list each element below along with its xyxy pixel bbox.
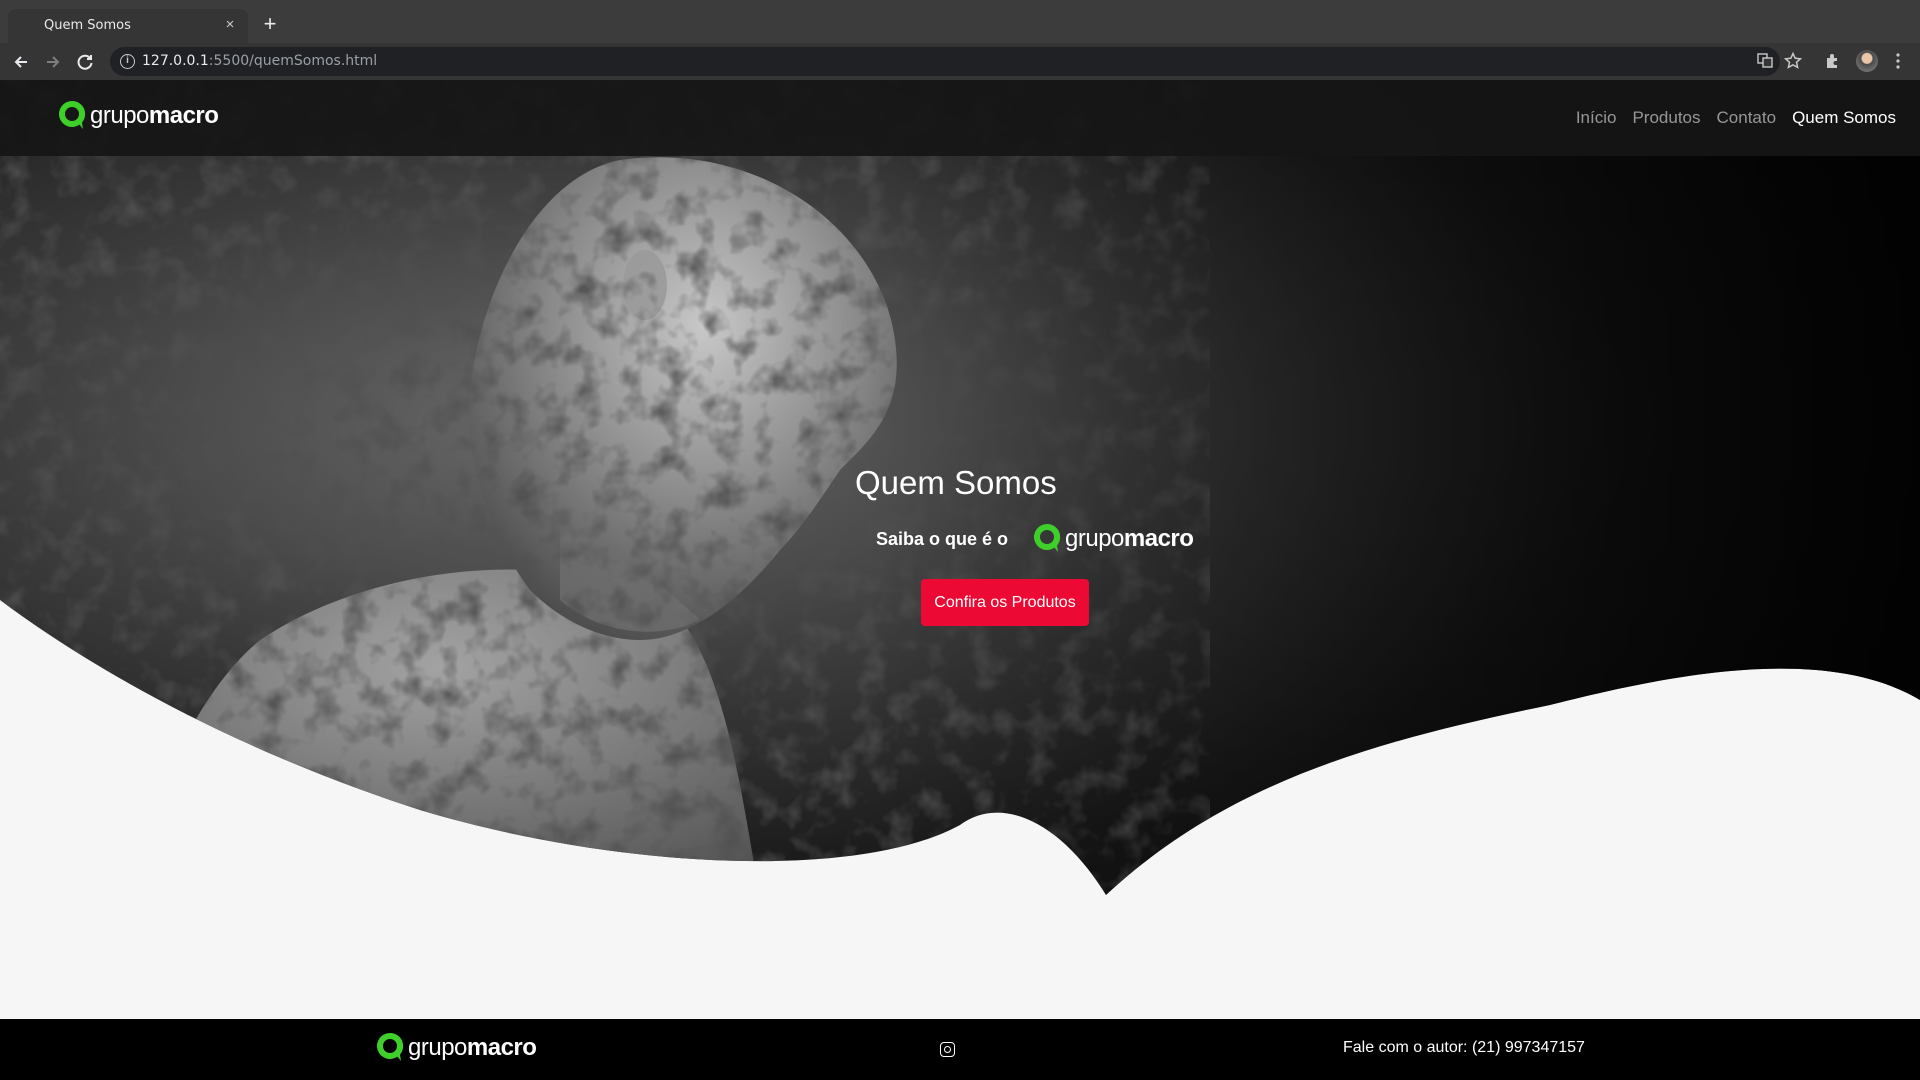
- bookmark-star-icon[interactable]: [1783, 51, 1803, 71]
- url-host: 127.0.0.1: [142, 53, 209, 69]
- brand-logo-bold: macro: [148, 102, 219, 129]
- footer-logo-bold: macro: [466, 1034, 537, 1061]
- translate-icon[interactable]: [1755, 51, 1775, 71]
- browser-tab[interactable]: Quem Somos ×: [8, 9, 248, 43]
- new-tab-button[interactable]: +: [258, 12, 282, 36]
- instagram-icon[interactable]: [940, 1042, 955, 1057]
- nav-link-quem-somos[interactable]: Quem Somos: [1792, 108, 1896, 128]
- tab-strip: Quem Somos × +: [0, 0, 1920, 43]
- hero-title: Quem Somos: [855, 464, 1057, 501]
- footer-brand-logo[interactable]: grupomacro: [374, 1030, 537, 1062]
- hero-logo-light: grupo: [1065, 525, 1124, 552]
- profile-avatar[interactable]: [1856, 50, 1878, 72]
- hero-brand-logo: grupomacro: [1031, 521, 1194, 553]
- url-text: 127.0.0.1:5500/quemSomos.html: [142, 53, 377, 69]
- hero-logo-bold: macro: [1123, 525, 1194, 552]
- url-path: :5500/quemSomos.html: [208, 53, 378, 69]
- speech-bubble-logo-icon: [56, 98, 88, 130]
- hero-subtitle: Saiba o que é o: [876, 529, 1009, 549]
- footer-logo-light: grupo: [408, 1034, 467, 1061]
- reload-icon[interactable]: [72, 49, 98, 75]
- browser-toolbar: i 127.0.0.1:5500/quemSomos.html: [0, 43, 1920, 80]
- brand-logo-text: grupomacro: [90, 102, 219, 130]
- close-tab-icon[interactable]: ×: [220, 15, 240, 35]
- brand-logo-light: grupo: [90, 102, 149, 129]
- address-bar[interactable]: i 127.0.0.1:5500/quemSomos.html: [110, 47, 1780, 76]
- speech-bubble-logo-icon: [1031, 521, 1063, 553]
- info-icon[interactable]: i: [120, 54, 135, 69]
- footer: grupomacro Fale com o autor: (21) 997347…: [0, 1019, 1920, 1080]
- top-navbar: grupomacro Início Produtos Contato Quem …: [0, 80, 1920, 156]
- nav-links: Início Produtos Contato Quem Somos: [1576, 108, 1896, 128]
- hero-brand-logo-text: grupomacro: [1065, 525, 1194, 553]
- tab-title: Quem Somos: [44, 18, 131, 33]
- nav-link-inicio[interactable]: Início: [1576, 108, 1617, 128]
- brand-logo[interactable]: grupomacro: [56, 98, 219, 130]
- back-icon[interactable]: [8, 49, 34, 75]
- footer-contact-text: Fale com o autor: (21) 997347157: [1343, 1039, 1585, 1056]
- page: grupomacro Início Produtos Contato Quem …: [0, 80, 1920, 1080]
- nav-link-contato[interactable]: Contato: [1717, 108, 1777, 128]
- speech-bubble-logo-icon: [374, 1030, 406, 1062]
- nav-link-produtos[interactable]: Produtos: [1632, 108, 1700, 128]
- forward-icon[interactable]: [40, 49, 66, 75]
- footer-brand-logo-text: grupomacro: [408, 1034, 537, 1062]
- confira-produtos-button[interactable]: Confira os Produtos: [921, 579, 1089, 626]
- extensions-puzzle-icon[interactable]: [1823, 51, 1843, 71]
- browser-chrome: Quem Somos × + i 127.0.0.1:5500/quemSomo…: [0, 0, 1920, 80]
- browser-menu-icon[interactable]: [1888, 51, 1908, 71]
